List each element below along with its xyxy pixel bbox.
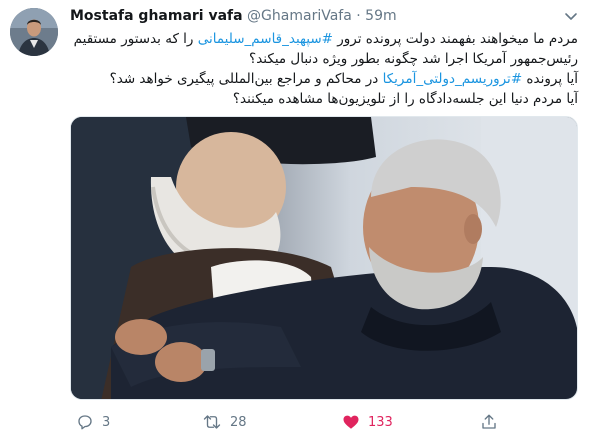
text-segment: را که بدستور مستقیم bbox=[73, 31, 198, 47]
tweet-text-line: رئیس‌جمهور آمریکا اجرا شد چگونه بطور ویژ… bbox=[70, 49, 578, 69]
photo-image bbox=[71, 117, 577, 399]
retweet-icon bbox=[203, 415, 221, 429]
display-name[interactable]: Mostafa ghamari vafa bbox=[70, 8, 243, 24]
share-button[interactable] bbox=[480, 410, 498, 434]
like-count: 133 bbox=[368, 414, 393, 430]
reply-icon bbox=[78, 415, 92, 430]
hashtag-link[interactable]: #تروریسم_دولتی_آمریکا bbox=[383, 71, 523, 87]
text-segment: در محاکم و مراجع بین‌المللی پیگیری خواهد… bbox=[109, 71, 383, 87]
retweet-count: 28 bbox=[230, 414, 247, 430]
share-icon bbox=[482, 414, 496, 429]
tweet-text-line: مردم ما میخواهند بفهمند دولت پرونده ترور… bbox=[70, 29, 578, 49]
caret-down-icon[interactable] bbox=[563, 8, 579, 24]
timestamp[interactable]: 59m bbox=[365, 8, 396, 24]
tweet-header: Mostafa ghamari vafa @GhamariVafa · 59m bbox=[70, 6, 397, 26]
text-segment: مردم ما میخواهند بفهمند دولت پرونده ترور bbox=[332, 31, 578, 47]
retweet-button[interactable]: 28 bbox=[202, 410, 247, 434]
separator-dot: · bbox=[356, 8, 361, 24]
tweet-text: مردم ما میخواهند بفهمند دولت پرونده ترور… bbox=[70, 29, 578, 109]
tweet-text-line: آیا پرونده #تروریسم_دولتی_آمریکا در محاک… bbox=[70, 69, 578, 89]
reply-count: 3 bbox=[102, 414, 111, 430]
user-handle[interactable]: @GhamariVafa bbox=[247, 8, 352, 24]
action-bar: 3 28 133 bbox=[70, 410, 578, 434]
avatar-image bbox=[10, 8, 58, 56]
text-segment: آیا پرونده bbox=[522, 71, 578, 87]
avatar[interactable] bbox=[10, 8, 58, 56]
text-segment: رئیس‌جمهور آمریکا اجرا شد چگونه بطور ویژ… bbox=[249, 51, 578, 67]
tweet[interactable]: Mostafa ghamari vafa @GhamariVafa · 59m … bbox=[0, 0, 589, 436]
text-segment: آیا مردم دنیا این جلسه‌دادگاه را از تلوی… bbox=[232, 91, 578, 107]
like-button[interactable]: 133 bbox=[342, 410, 393, 434]
heart-icon bbox=[343, 415, 359, 429]
hashtag-link[interactable]: #سپهبد_قاسم_سلیمانی bbox=[198, 31, 333, 47]
tweet-text-line: آیا مردم دنیا این جلسه‌دادگاه را از تلوی… bbox=[70, 89, 578, 109]
tweet-photo[interactable] bbox=[70, 116, 578, 400]
reply-button[interactable]: 3 bbox=[76, 410, 110, 434]
